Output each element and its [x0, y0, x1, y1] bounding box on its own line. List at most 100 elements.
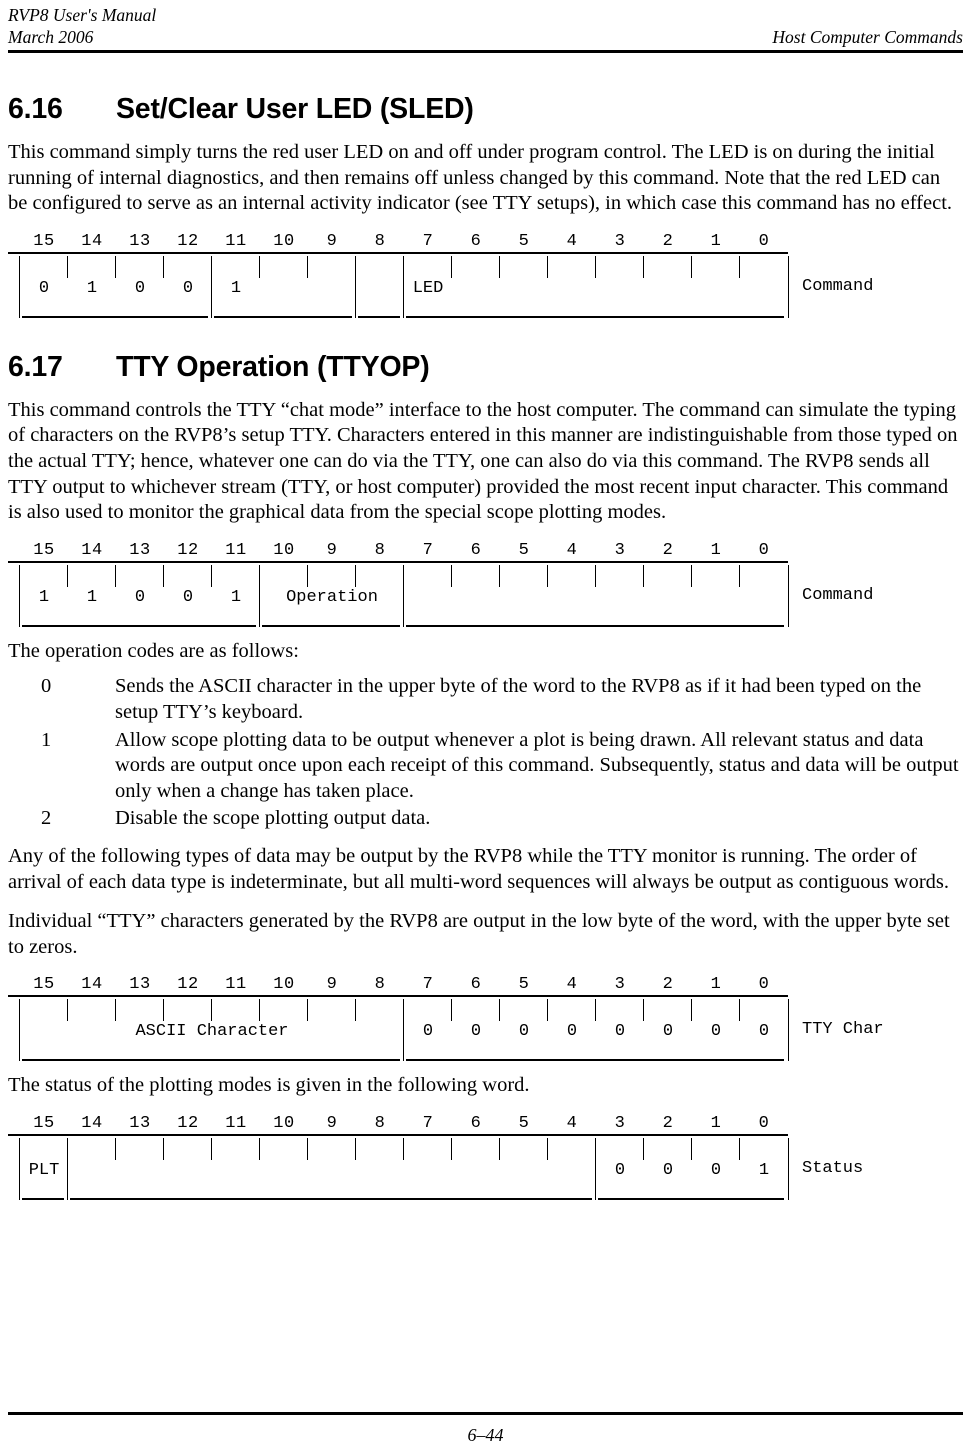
bit-cell-0: [739, 254, 788, 320]
manual-date: March 2006: [8, 27, 94, 47]
bit-number: 0: [758, 231, 770, 251]
bit-cell-1: 0: [691, 1136, 740, 1202]
bit-number: 5: [518, 540, 530, 560]
opcode-list: 0 Sends the ASCII character in the upper…: [8, 674, 963, 832]
bit-cell-15: PLT: [20, 1136, 68, 1202]
opcode-row: 1 Allow scope plotting data to be output…: [8, 728, 963, 805]
field-underline: [406, 624, 784, 627]
bit-value: 0: [662, 1022, 674, 1042]
bit-cell-3: 0: [595, 1136, 644, 1202]
bit-cell-7: 0: [403, 997, 452, 1063]
bit-number: 6: [470, 1113, 482, 1133]
bit-number: 7: [422, 975, 434, 995]
bit-number: 10: [273, 1113, 295, 1133]
bit-number: 1: [710, 231, 722, 251]
bit-number: 4: [566, 540, 578, 560]
section-number-617: 6.17: [8, 350, 63, 383]
bit-number: 11: [225, 540, 247, 560]
bit-value: 1: [230, 587, 242, 607]
bit-number: 6: [470, 540, 482, 560]
bit-cell-8: [355, 1136, 404, 1202]
bit-value: 0: [710, 1160, 722, 1180]
bit-number: 13: [129, 231, 151, 251]
opcode-description: Sends the ASCII character in the upper b…: [115, 675, 922, 723]
word-left-border: [19, 1137, 20, 1200]
bit-number: 11: [225, 975, 247, 995]
bit-cell-11: 1: [211, 563, 260, 629]
bit-value: 1: [86, 278, 98, 298]
bit-value: 1: [230, 278, 242, 298]
bit-cell-row: 0 1 0 0 1 LED: [8, 254, 802, 320]
word-name-label: Command: [802, 585, 874, 605]
section-617-paragraph: This command controls the TTY “chat mode…: [8, 398, 958, 524]
bit-number: 5: [518, 231, 530, 251]
bit-number: 0: [758, 1113, 770, 1133]
bit-value: 1: [38, 587, 50, 607]
bit-cell-2: [643, 563, 692, 629]
word-right-border: [788, 1137, 789, 1200]
opcode-description: Allow scope plotting data to be output w…: [115, 728, 959, 802]
bit-value: 0: [710, 1022, 722, 1042]
bit-number: 10: [273, 231, 295, 251]
bit-number: 12: [177, 540, 199, 560]
bit-number-row: 15 14 13 12 11 10 9 8 7 6 5 4 3 2 1 0: [8, 540, 788, 563]
bit-number: 7: [422, 231, 434, 251]
bit-cell-5: [499, 563, 548, 629]
bit-cell-0: [739, 563, 788, 629]
bit-cell-1: [691, 563, 740, 629]
field-underline: [22, 624, 256, 627]
bit-cell-14: 1: [67, 563, 116, 629]
bit-number: 3: [614, 975, 626, 995]
bit-value: 0: [182, 278, 194, 298]
bit-number: 9: [326, 975, 338, 995]
bit-cell-1: [691, 254, 740, 320]
bit-cell-8: [355, 254, 404, 320]
bit-number: 4: [566, 1113, 578, 1133]
bit-number: 5: [518, 975, 530, 995]
field-underline: [214, 315, 352, 318]
bit-cell-7: LED: [403, 254, 452, 320]
bit-number-row: 15 14 13 12 11 10 9 8 7 6 5 4 3 2 1 0: [8, 1113, 788, 1136]
paragraph-data-output: Any of the following types of data may b…: [8, 844, 950, 893]
bit-cell-12: 0: [163, 563, 212, 629]
field-underline: [406, 1059, 784, 1062]
bit-cell-13: [115, 1136, 164, 1202]
bit-field-label: ASCII Character: [135, 1022, 289, 1042]
bit-number: 13: [129, 1113, 151, 1133]
bit-cell-13: 0: [115, 254, 164, 320]
bit-cell-3: 0: [595, 997, 644, 1063]
bit-cell-0: 0: [739, 997, 788, 1063]
bit-number: 10: [273, 540, 295, 560]
bit-number: 1: [710, 540, 722, 560]
word-right-border: [788, 255, 789, 318]
bit-value: LED: [412, 278, 444, 298]
bit-number: 12: [177, 231, 199, 251]
bit-number: 3: [614, 1113, 626, 1133]
bit-cell-11: [211, 1136, 260, 1202]
bit-cell-5: 0: [499, 997, 548, 1063]
word-name-label: Status: [802, 1158, 864, 1178]
bit-number: 9: [326, 231, 338, 251]
bit-cell-11: 1: [211, 254, 260, 320]
bit-number: 1: [710, 975, 722, 995]
bit-number: 12: [177, 975, 199, 995]
bit-cell-12: 0: [163, 254, 212, 320]
word-left-border: [19, 564, 20, 627]
field-underline: [22, 1197, 64, 1200]
word-name-label: TTY Char: [802, 1020, 884, 1040]
bit-cell-4: [547, 1136, 596, 1202]
field-underline: [358, 315, 400, 318]
bit-cell-9: [307, 1136, 356, 1202]
bit-cell-6: [451, 563, 500, 629]
bit-number: 8: [374, 540, 386, 560]
bit-number: 7: [422, 1113, 434, 1133]
bit-cell-6: [451, 254, 500, 320]
paragraph-status: The status of the plotting modes is give…: [8, 1074, 530, 1097]
section-616-paragraph: This command simply turns the red user L…: [8, 141, 953, 215]
bit-number: 7: [422, 540, 434, 560]
chapter-title: Host Computer Commands: [772, 27, 963, 47]
bit-cell-15: 0: [20, 254, 68, 320]
bit-cell-6: 0: [451, 997, 500, 1063]
bit-number: 6: [470, 231, 482, 251]
bit-cell-row: PLT 0 0 0 1: [8, 1136, 802, 1202]
